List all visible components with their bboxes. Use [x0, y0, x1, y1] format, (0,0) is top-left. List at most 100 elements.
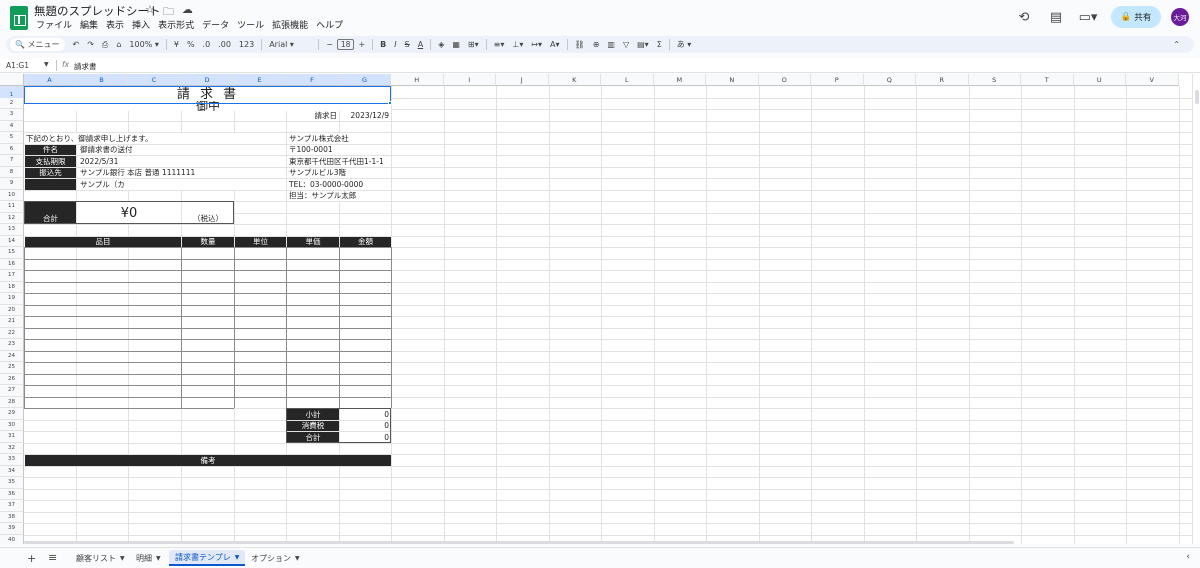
borders-icon[interactable]: ▦ [448, 40, 464, 49]
row-header[interactable]: 22 [0, 327, 24, 339]
italic-button[interactable]: I [390, 40, 400, 49]
row-header[interactable]: 5 [0, 132, 24, 144]
avatar[interactable]: 大河 [1171, 8, 1189, 26]
filter-icon[interactable]: ▽ [619, 40, 633, 49]
row-header[interactable]: 35 [0, 477, 24, 489]
field-value[interactable]: 御請求書の送付 [77, 144, 286, 155]
row-header[interactable]: 4 [0, 120, 24, 132]
row-header[interactable]: 23 [0, 339, 24, 351]
strikethrough-button[interactable]: S [401, 40, 414, 49]
name-box-dropdown-icon[interactable]: ▼ [44, 61, 49, 68]
sheet-tab-invoice-template[interactable]: 請求書テンプレ ▼ [169, 550, 246, 566]
row-header[interactable]: 36 [0, 488, 24, 500]
selection-fill-handle[interactable] [388, 100, 392, 105]
font-select[interactable]: Arial ▾ [265, 40, 315, 49]
row-header[interactable]: 39 [0, 523, 24, 535]
summary-value[interactable]: 0 [340, 432, 391, 443]
zoom-select[interactable]: 100% ▾ [125, 40, 162, 49]
row-header[interactable]: 20 [0, 304, 24, 316]
menu-file[interactable]: ファイル [32, 18, 76, 31]
redo-icon[interactable]: ↷ [83, 40, 98, 49]
intro-text[interactable]: 下記のとおり、御請求申し上げます。 [25, 133, 286, 144]
row-header[interactable]: 11 [0, 201, 24, 213]
row-header[interactable]: 6 [0, 143, 24, 155]
vertical-scroll-thumb[interactable] [1195, 90, 1199, 104]
text-rotation-icon[interactable]: A▾ [546, 40, 564, 49]
total-label[interactable]: 合計 [25, 202, 76, 224]
menu-format[interactable]: 表示形式 [154, 18, 198, 31]
column-header-t[interactable]: T [1021, 74, 1074, 86]
tax-note[interactable]: （税込） [182, 202, 234, 224]
formula-input[interactable]: 請求書 [74, 61, 97, 72]
row-header[interactable]: 14 [0, 235, 24, 247]
field-label[interactable] [25, 179, 76, 190]
total-amount[interactable]: ¥0 [77, 202, 181, 224]
decrease-decimal-button[interactable]: .0 [199, 40, 215, 49]
chevron-left-icon[interactable]: ‹ [1186, 552, 1190, 562]
table-header-qty[interactable]: 数量 [182, 236, 234, 247]
menu-data[interactable]: データ [198, 18, 233, 31]
column-header-g[interactable]: G [339, 74, 391, 86]
field-value[interactable]: サンプル（カ [77, 179, 286, 190]
font-size-decrease-button[interactable]: − [322, 40, 337, 49]
insert-comment-icon[interactable]: ⊕ [589, 40, 604, 49]
field-label[interactable]: 振込先 [25, 167, 76, 178]
merge-cells-icon[interactable]: ⊞▾ [464, 40, 483, 49]
comments-icon[interactable]: ▤ [1045, 6, 1067, 28]
menu-insert[interactable]: 挿入 [128, 18, 154, 31]
row-header[interactable]: 3 [0, 109, 24, 121]
percent-format-button[interactable]: % [183, 40, 199, 49]
column-header-d[interactable]: D [181, 74, 234, 86]
menu-extensions[interactable]: 拡張機能 [268, 18, 312, 31]
sheet-tab-options[interactable]: オプション ▼ [245, 550, 306, 566]
row-header[interactable]: 32 [0, 442, 24, 454]
column-header-v[interactable]: V [1126, 74, 1179, 86]
summary-label[interactable]: 小計 [287, 409, 339, 420]
sheet-tab-details[interactable]: 明細 ▼ [130, 550, 167, 566]
functions-icon[interactable]: Σ [653, 40, 666, 49]
row-header[interactable]: 2 [0, 97, 24, 109]
row-header[interactable]: 37 [0, 500, 24, 512]
column-header-f[interactable]: F [286, 74, 339, 86]
sheet-tab-customers[interactable]: 顧客リスト ▼ [70, 550, 131, 566]
column-header-r[interactable]: R [916, 74, 969, 86]
add-sheet-button[interactable]: + [27, 552, 36, 565]
row-header[interactable]: 19 [0, 293, 24, 305]
undo-icon[interactable]: ↶ [69, 40, 84, 49]
column-header-b[interactable]: B [76, 74, 128, 86]
column-header-u[interactable]: U [1073, 74, 1126, 86]
row-header[interactable]: 38 [0, 511, 24, 523]
row-header[interactable]: 8 [0, 166, 24, 178]
menu-search-button[interactable]: 🔍 メニュー [10, 38, 65, 51]
text-color-button[interactable]: A [414, 40, 427, 49]
row-header[interactable]: 17 [0, 270, 24, 282]
company-line[interactable]: 担当：サンプル太郎 [287, 190, 391, 201]
company-line[interactable]: サンプル株式会社 [287, 133, 391, 144]
company-line[interactable]: サンプルビル3階 [287, 167, 391, 178]
row-header[interactable]: 33 [0, 454, 24, 466]
column-header-o[interactable]: O [758, 74, 811, 86]
column-header-q[interactable]: Q [863, 74, 916, 86]
row-header[interactable]: 24 [0, 350, 24, 362]
row-header[interactable]: 9 [0, 178, 24, 190]
column-header-e[interactable]: E [234, 74, 286, 86]
number-format-button[interactable]: 123 [235, 40, 258, 49]
insert-chart-icon[interactable]: ▥ [603, 40, 619, 49]
column-header-n[interactable]: N [706, 74, 759, 86]
row-header[interactable]: 31 [0, 431, 24, 443]
fill-color-icon[interactable]: ◈ [434, 40, 448, 49]
column-header-j[interactable]: J [496, 74, 549, 86]
table-header-price[interactable]: 単価 [287, 236, 339, 247]
summary-label[interactable]: 合計 [287, 432, 339, 443]
company-line[interactable]: 東京都千代田区千代田1-1-1 [287, 156, 391, 167]
document-title[interactable]: 無題のスプレッドシート [34, 3, 161, 19]
row-header[interactable]: 28 [0, 396, 24, 408]
summary-value[interactable]: 0 [340, 409, 391, 420]
print-icon[interactable]: ⎙ [98, 40, 112, 50]
column-header-s[interactable]: S [968, 74, 1021, 86]
row-header[interactable]: 18 [0, 281, 24, 293]
font-size-input[interactable]: 18 [336, 39, 355, 50]
row-header[interactable]: 40 [0, 534, 24, 544]
currency-format-button[interactable]: ¥ [170, 40, 183, 49]
horizontal-scrollbar[interactable] [24, 540, 1192, 545]
